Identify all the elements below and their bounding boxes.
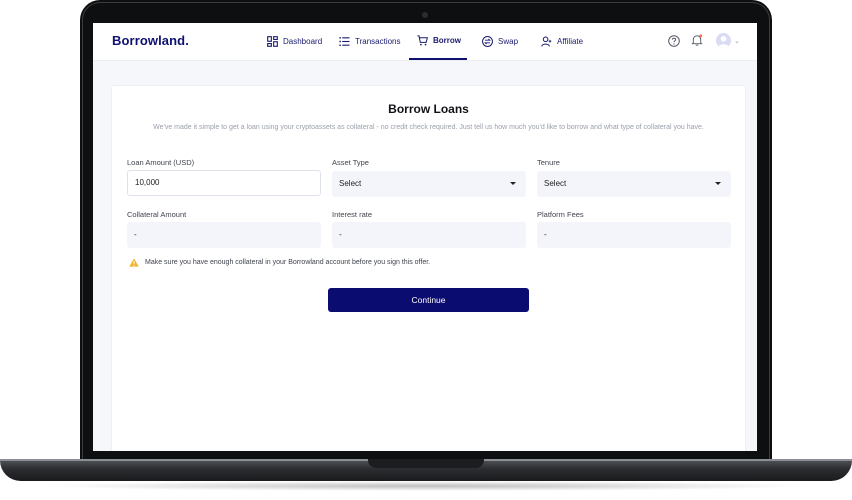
asset-type-label: Asset Type [332, 158, 369, 167]
nav-transactions-label: Transactions [355, 37, 401, 46]
nav-swap-label: Swap [498, 37, 519, 46]
bell-icon[interactable] [691, 34, 703, 46]
nav-affiliate-label: Affiliate [557, 37, 584, 46]
nav-borrow[interactable]: Borrow [409, 23, 467, 60]
tenure-label: Tenure [537, 158, 560, 167]
continue-button[interactable]: Continue [328, 288, 529, 312]
user-plus-icon [541, 36, 552, 47]
nav-dashboard[interactable]: Dashboard [267, 23, 322, 60]
nav-dashboard-label: Dashboard [283, 37, 323, 46]
dashboard-grid-icon [267, 36, 278, 47]
laptop-shadow [40, 481, 812, 491]
chevron-down-icon[interactable]: ⌄ [734, 37, 740, 45]
cart-icon [417, 35, 428, 46]
warning-icon [129, 258, 139, 267]
interest-rate-label: Interest rate [332, 210, 373, 219]
nav-swap[interactable]: Swap [482, 23, 518, 60]
asset-type-value: Select [339, 179, 362, 188]
help-icon[interactable] [668, 35, 680, 47]
page-subtitle: We've made it simple to get a loan using… [153, 124, 704, 131]
app-screen: Borrowland. Dashboard Transactions Borro… [93, 23, 757, 451]
interest-rate-field: - [332, 222, 526, 248]
collateral-notice: Make sure you have enough collateral in … [129, 258, 430, 267]
nav-affiliate[interactable]: Affiliate [541, 23, 583, 60]
tenure-select[interactable]: Select [537, 171, 731, 197]
caret-down-icon [510, 182, 516, 185]
laptop-hinge-notch [368, 459, 484, 468]
avatar[interactable] [716, 33, 731, 48]
collateral-amount-field: - [127, 222, 321, 248]
loan-amount-label: Loan Amount (USD) [127, 158, 195, 167]
collateral-amount-label: Collateral Amount [127, 210, 187, 219]
page-title: Borrow Loans [388, 102, 469, 116]
nav-transactions[interactable]: Transactions [339, 23, 401, 60]
platform-fees-label: Platform Fees [537, 210, 584, 219]
user-avatar-icon [718, 36, 729, 48]
brand-logo[interactable]: Borrowland. [112, 33, 189, 48]
notice-text: Make sure you have enough collateral in … [145, 259, 431, 266]
asset-type-select[interactable]: Select [332, 171, 526, 197]
caret-down-icon [715, 182, 721, 185]
loan-amount-input[interactable]: 10,000 [127, 170, 321, 196]
swap-icon [482, 36, 493, 47]
tenure-value: Select [544, 179, 567, 188]
platform-fees-field: - [537, 222, 731, 248]
nav-borrow-label: Borrow [433, 36, 461, 45]
list-icon [339, 37, 350, 46]
top-navbar: Borrowland. Dashboard Transactions Borro… [93, 23, 757, 61]
webcam-icon [422, 12, 428, 18]
borrow-loans-card: Borrow Loans We've made it simple to get… [111, 85, 746, 451]
